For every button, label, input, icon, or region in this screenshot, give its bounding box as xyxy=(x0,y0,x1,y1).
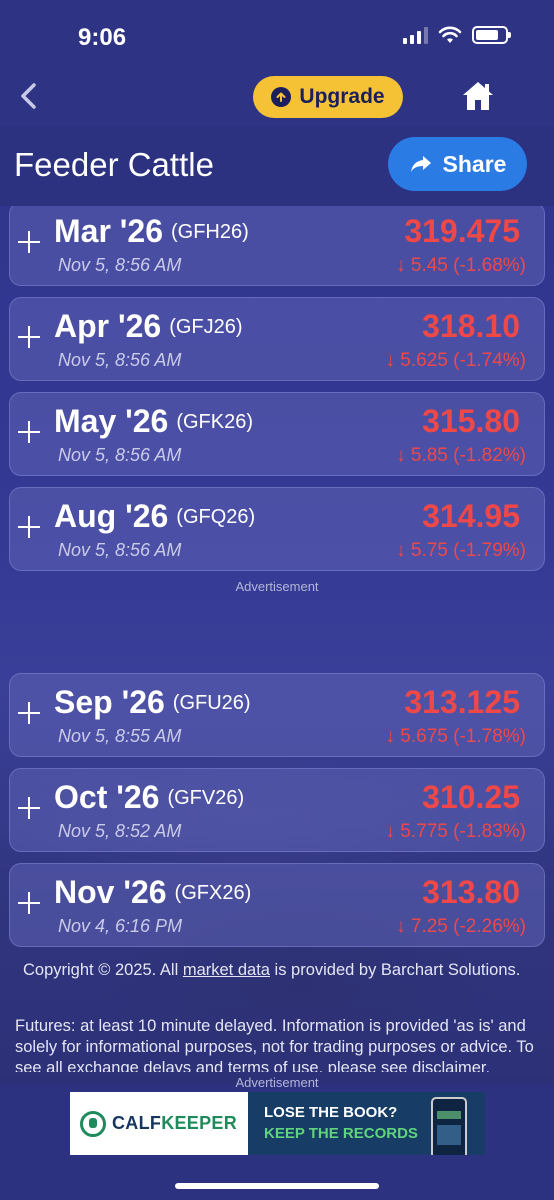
quote-time: Nov 5, 8:56 AM xyxy=(58,350,182,370)
page-title: Feeder Cattle xyxy=(14,146,214,183)
brand-part1: CALF xyxy=(112,1113,162,1133)
contract-name: Mar '26 xyxy=(54,213,163,249)
wifi-icon xyxy=(438,26,462,43)
plus-icon[interactable] xyxy=(18,326,40,348)
contract-name: Aug '26 xyxy=(54,498,169,534)
last-price: 313.80 xyxy=(422,874,520,910)
plus-icon[interactable] xyxy=(18,231,40,253)
price-change: ↓ 5.75 (-1.79%) xyxy=(396,540,526,561)
quote-time: Nov 4, 6:16 PM xyxy=(58,916,183,936)
banner-subline: KEEP THE RECORDS xyxy=(264,1125,418,1142)
contract-symbol: (GFU26) xyxy=(172,692,251,714)
last-price: 314.95 xyxy=(422,498,520,534)
calf-keeper-logo-icon xyxy=(80,1110,106,1137)
contract-name: May '26 xyxy=(54,403,169,439)
contract-row[interactable]: Nov '26 (GFX26) Nov 4, 6:16 PM 313.80 ↓ 7… xyxy=(9,863,545,947)
home-icon[interactable] xyxy=(460,78,496,114)
share-arrow-icon xyxy=(410,156,431,172)
back-chevron-icon[interactable] xyxy=(14,80,44,112)
contract-symbol: (GFV26) xyxy=(167,787,245,809)
price-change: ↓ 5.775 (-1.83%) xyxy=(385,821,526,842)
title-bar: Feeder Cattle Share xyxy=(0,126,554,206)
plus-icon[interactable] xyxy=(18,421,40,443)
contract-name: Sep '26 xyxy=(54,684,165,720)
status-time: 9:06 xyxy=(78,24,127,51)
plus-icon[interactable] xyxy=(18,797,40,819)
advertisement-label: Advertisement xyxy=(235,579,319,594)
last-price: 318.10 xyxy=(422,308,520,344)
price-change: ↓ 5.85 (-1.82%) xyxy=(396,445,526,466)
price-change: ↓ 5.675 (-1.78%) xyxy=(385,726,526,747)
contract-row[interactable]: Mar '26 (GFH26) Nov 5, 8:56 AM 319.475 ↓ … xyxy=(9,202,545,286)
last-price: 315.80 xyxy=(422,403,520,439)
contract-symbol: (GFX26) xyxy=(174,882,252,904)
contract-name: Nov '26 xyxy=(54,874,167,910)
contract-symbol: (GFH26) xyxy=(171,221,249,243)
price-change: ↓ 7.25 (-2.26%) xyxy=(396,916,526,937)
contract-name: Apr '26 xyxy=(54,308,162,344)
contract-row[interactable]: May '26 (GFK26) Nov 5, 8:56 AM 315.80 ↓ 5… xyxy=(9,392,545,476)
last-price: 313.125 xyxy=(404,684,520,720)
contract-symbol: (GFQ26) xyxy=(176,506,256,528)
plus-icon[interactable] xyxy=(18,892,40,914)
brand-part2: KEEPER xyxy=(161,1113,238,1133)
disclaimer-text: Futures: at least 10 minute delayed. Inf… xyxy=(15,1017,534,1072)
share-label: Share xyxy=(442,150,507,177)
price-change: ↓ 5.45 (-1.68%) xyxy=(396,255,526,276)
last-price: 310.25 xyxy=(422,779,520,815)
contract-symbol: (GFJ26) xyxy=(169,316,243,338)
quote-time: Nov 5, 8:56 AM xyxy=(58,255,182,275)
copyright-suffix: is provided by Barchart Solutions. xyxy=(269,961,521,979)
quote-time: Nov 5, 8:55 AM xyxy=(58,726,182,746)
banner-brand: CALFKEEPER xyxy=(112,1113,237,1134)
upgrade-button[interactable]: Upgrade xyxy=(253,76,403,118)
advertisement-label: Advertisement xyxy=(235,1075,319,1090)
status-icons xyxy=(403,26,511,44)
contract-row[interactable]: Apr '26 (GFJ26) Nov 5, 8:56 AM 318.10 ↓ 5… xyxy=(9,297,545,381)
contract-row[interactable]: Oct '26 (GFV26) Nov 5, 8:52 AM 310.25 ↓ 5… xyxy=(9,768,545,852)
status-bar: 9:06 xyxy=(0,0,554,66)
market-data-link[interactable]: market data xyxy=(183,961,270,979)
quote-time: Nov 5, 8:52 AM xyxy=(58,821,182,841)
copyright-text: Copyright © 2025. All market data is pro… xyxy=(23,959,543,981)
arrow-up-circle-icon xyxy=(271,87,292,107)
price-change: ↓ 5.625 (-1.74%) xyxy=(385,350,526,371)
contract-name: Oct '26 xyxy=(54,779,160,815)
battery-icon xyxy=(472,26,511,44)
contract-symbol: (GFK26) xyxy=(176,411,254,433)
last-price: 319.475 xyxy=(404,213,520,249)
share-button[interactable]: Share xyxy=(388,137,527,191)
plus-icon[interactable] xyxy=(18,702,40,724)
quote-time: Nov 5, 8:56 AM xyxy=(58,540,182,560)
cellular-signal-icon xyxy=(403,26,428,44)
calf-keeper-banner-ad[interactable]: CALFKEEPER LOSE THE BOOK? KEEP THE RECOR… xyxy=(70,1092,485,1155)
contract-row[interactable]: Sep '26 (GFU26) Nov 5, 8:55 AM 313.125 ↓ … xyxy=(9,673,545,757)
contract-row[interactable]: Aug '26 (GFQ26) Nov 5, 8:56 AM 314.95 ↓ 5… xyxy=(9,487,545,571)
nav-bar: Upgrade xyxy=(0,66,554,126)
copyright-prefix: Copyright © 2025. All xyxy=(23,961,183,979)
banner-headline: LOSE THE BOOK? xyxy=(264,1104,398,1121)
phone-graphic-icon xyxy=(431,1097,467,1155)
upgrade-label: Upgrade xyxy=(299,85,385,108)
quote-time: Nov 5, 8:56 AM xyxy=(58,445,182,465)
home-indicator[interactable] xyxy=(175,1183,379,1189)
plus-icon[interactable] xyxy=(18,516,40,538)
